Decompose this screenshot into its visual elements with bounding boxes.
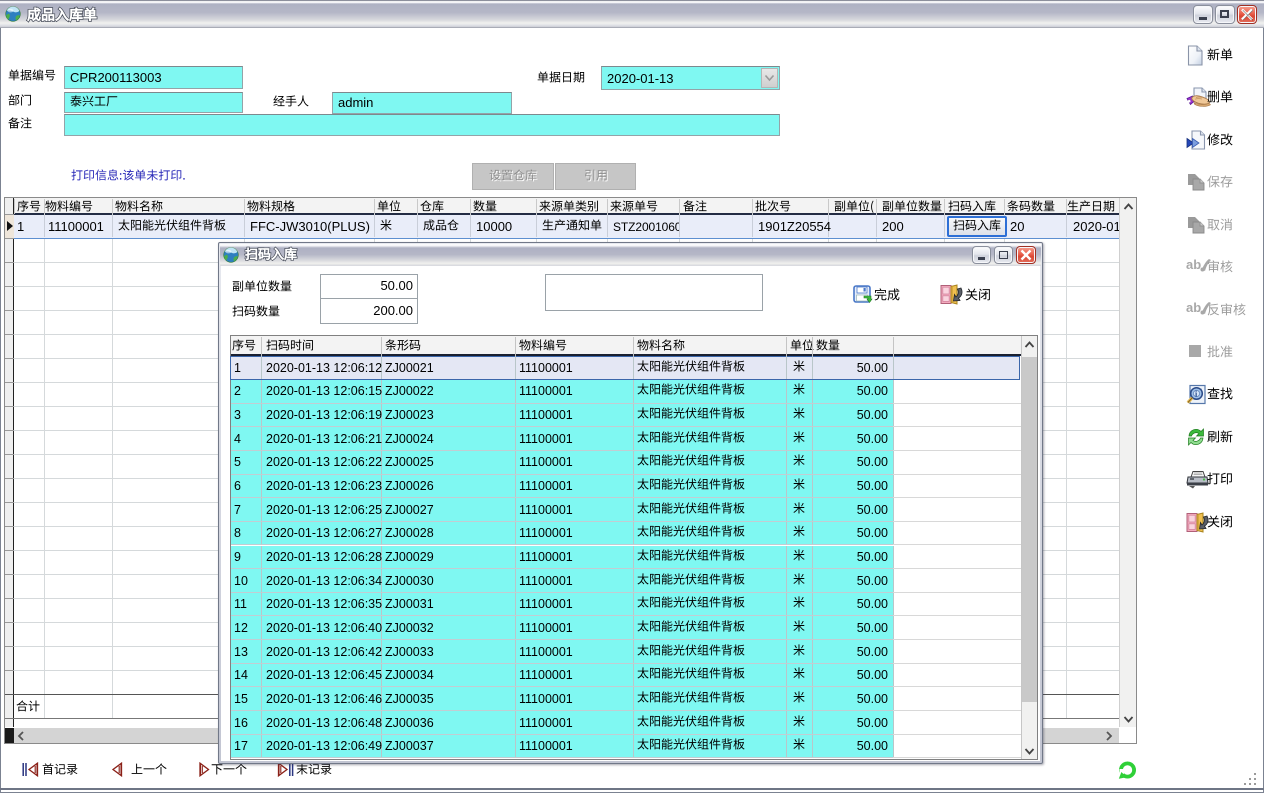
svg-text:ab: ab bbox=[1186, 257, 1201, 272]
svg-text:ab: ab bbox=[1186, 300, 1201, 315]
